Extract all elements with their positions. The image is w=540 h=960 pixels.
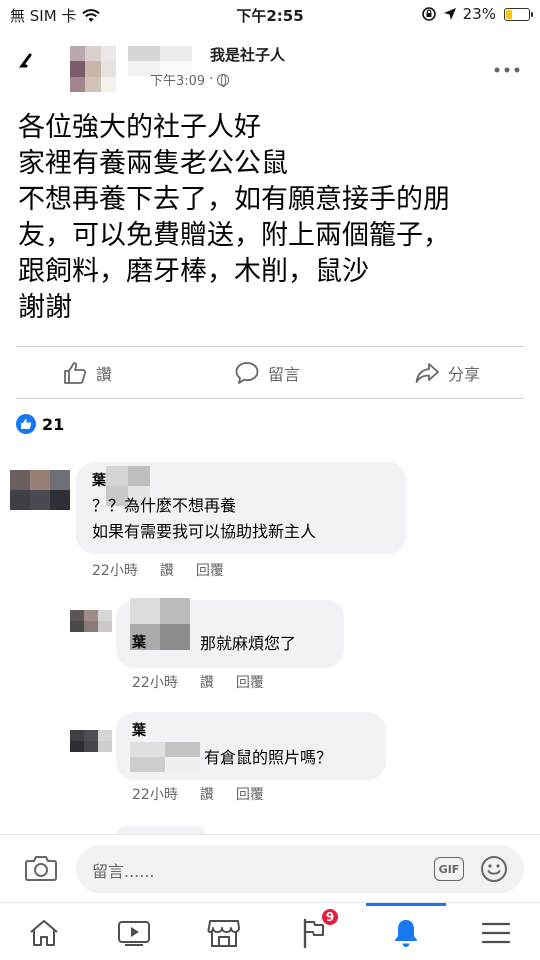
- comment-meta: 22小時 讚 回覆: [132, 672, 264, 692]
- like-label: 讚: [96, 365, 113, 384]
- bottom-nav: 9: [0, 902, 540, 960]
- camera-button[interactable]: [24, 853, 58, 887]
- comment-text: 那就麻煩您了: [200, 634, 297, 653]
- divider: [16, 346, 524, 347]
- camera-icon: [25, 856, 57, 881]
- globe-icon: [217, 73, 230, 87]
- post-line: 各位強大的社子人好: [18, 112, 261, 143]
- comment-like-button[interactable]: 讚: [200, 672, 214, 692]
- comment-avatar[interactable]: [70, 610, 112, 632]
- nav-menu[interactable]: [476, 913, 516, 953]
- nav-watch[interactable]: [114, 913, 154, 953]
- comment-like-button[interactable]: 讚: [200, 784, 214, 804]
- comment-time: 22小時: [132, 675, 178, 691]
- nav-home[interactable]: [24, 913, 64, 953]
- back-button[interactable]: [18, 52, 34, 81]
- comment-text: 有倉鼠的照片嗎？: [204, 748, 333, 767]
- reaction-summary[interactable]: 21: [16, 414, 64, 434]
- comment-reply-button[interactable]: 回覆: [196, 560, 224, 580]
- back-arrow-icon: [19, 53, 32, 68]
- status-right: 23%: [421, 5, 533, 23]
- post-line: 家裡有養兩隻老公公鼠: [18, 148, 288, 179]
- post-header: 我是社子人 下午3:09 ·: [0, 36, 540, 98]
- post-line: 友，可以免費贈送，附上兩個籠子，: [18, 220, 450, 251]
- comment-reply-button[interactable]: 回覆: [236, 672, 264, 692]
- gif-button[interactable]: GIF: [434, 857, 464, 881]
- reaction-count: 21: [42, 414, 65, 434]
- like-reaction-icon: [16, 414, 36, 434]
- more-options-button[interactable]: [494, 54, 520, 79]
- comment-reply-button[interactable]: 回覆: [236, 784, 264, 804]
- notification-badge: 9: [320, 907, 340, 927]
- comment-button[interactable]: 留言: [234, 360, 300, 386]
- comment-input-placeholder: 留言......: [92, 862, 155, 881]
- share-button[interactable]: 分享: [414, 360, 480, 386]
- nav-notifications[interactable]: [386, 913, 426, 953]
- emoji-button[interactable]: [480, 855, 508, 887]
- commenter-name[interactable]: 葉: [92, 470, 106, 490]
- share-label: 分享: [448, 365, 481, 384]
- comment-like-button[interactable]: 讚: [160, 560, 174, 580]
- status-bar: 無 SIM 卡 下午2:55 23%: [0, 0, 540, 28]
- post-meta: 下午3:09 ·: [150, 70, 230, 89]
- bell-icon: [394, 920, 418, 947]
- battery-percent: 23%: [462, 5, 496, 23]
- post-time: 下午3:09: [150, 74, 206, 89]
- comment-text: ？？為什麼不想再養: [92, 496, 237, 515]
- comment-label: 留言: [268, 365, 301, 384]
- battery-icon: [504, 7, 533, 21]
- comment-avatar[interactable]: [70, 730, 112, 752]
- comment-composer: 留言...... GIF: [0, 834, 540, 902]
- nav-groups[interactable]: 9: [294, 907, 340, 953]
- location-arrow-icon: [443, 8, 456, 20]
- more-dots-icon: [494, 67, 520, 73]
- smiley-icon: [481, 856, 507, 882]
- comment-input[interactable]: 留言...... GIF: [76, 845, 524, 893]
- thumbs-up-icon: [64, 362, 87, 384]
- author-avatar[interactable]: [70, 46, 116, 92]
- redacted-name: [130, 742, 200, 772]
- nav-marketplace[interactable]: [204, 913, 244, 953]
- comment-time: 22小時: [132, 787, 178, 803]
- group-name[interactable]: 我是社子人: [210, 44, 285, 65]
- comment-meta: 22小時 讚 回覆: [92, 560, 224, 580]
- marketplace-store-icon: [207, 920, 240, 947]
- video-play-icon: [118, 921, 150, 946]
- post-text: 各位強大的社子人好 家裡有養兩隻老公公鼠 不想再養下去了，如有願意接手的朋 友，…: [18, 110, 528, 326]
- comment-text: 如果有需要我可以協助找新主人: [92, 522, 317, 541]
- home-icon: [30, 920, 58, 946]
- comment-meta: 22小時 讚 回覆: [132, 784, 264, 804]
- active-tab-indicator: [366, 903, 446, 906]
- hamburger-menu-icon: [481, 922, 511, 944]
- comment-avatar[interactable]: [10, 470, 70, 510]
- post-line: 不想再養下去了，如有願意接手的朋: [18, 184, 450, 215]
- like-button[interactable]: 讚: [62, 360, 112, 386]
- comment-bubble-icon: [235, 362, 259, 384]
- commenter-name[interactable]: 葉: [132, 632, 146, 652]
- share-arrow-icon: [415, 363, 439, 383]
- rotation-lock-icon: [421, 7, 436, 21]
- commenter-name[interactable]: 葉: [132, 720, 146, 740]
- divider: [16, 398, 524, 399]
- post-line: 謝謝: [18, 292, 72, 323]
- post-actions: 讚 留言 分享: [0, 352, 540, 396]
- post-line: 跟飼料，磨牙棒，木削，鼠沙: [18, 256, 369, 287]
- comment-time: 22小時: [92, 563, 138, 579]
